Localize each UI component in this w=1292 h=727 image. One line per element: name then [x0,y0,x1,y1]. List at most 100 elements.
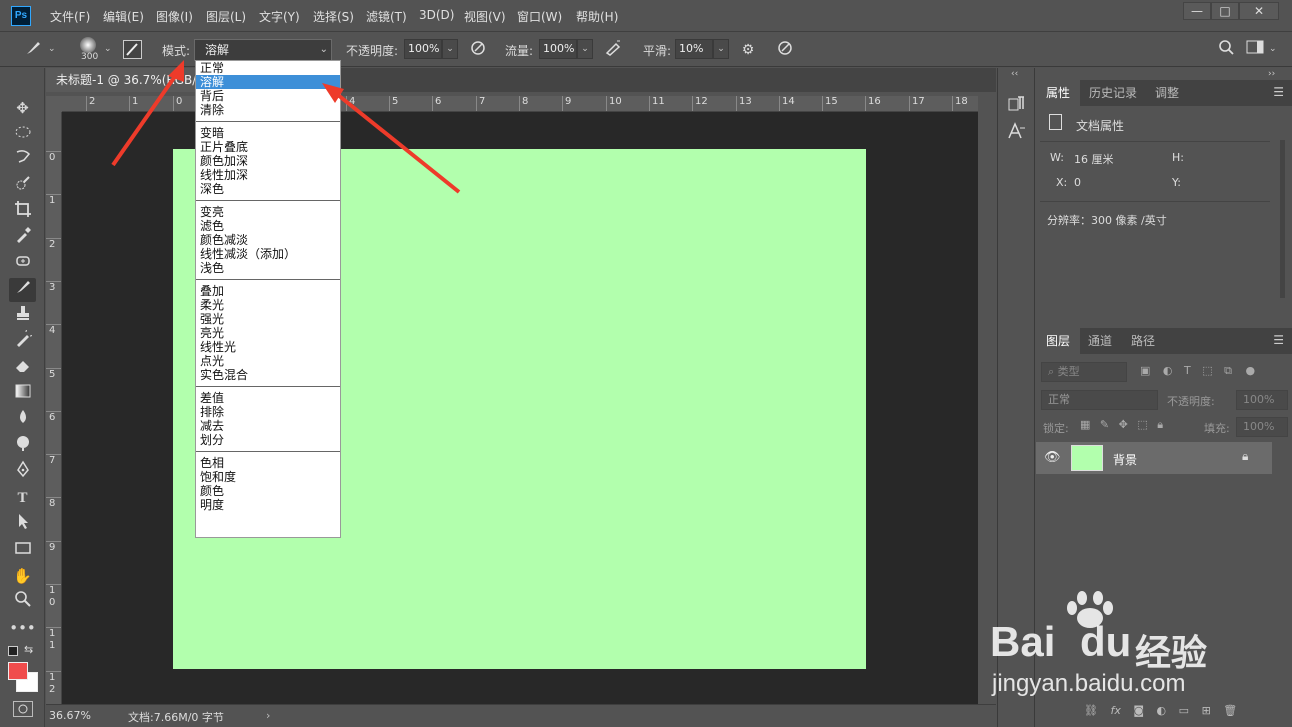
blend-mode-option[interactable]: 点光 [196,354,340,368]
mode-select[interactable]: 溶解 ⌄ [194,39,332,61]
panel-menu-icon[interactable]: ☰ [1273,333,1284,347]
character-panel-icon[interactable] [1006,120,1028,142]
fx-icon[interactable]: fx [1110,704,1120,717]
blend-mode-option[interactable]: 溶解 [196,75,340,89]
ruler-origin[interactable] [46,96,62,112]
blend-mode-option[interactable]: 正片叠底 [196,140,340,154]
blend-mode-option[interactable]: 浅色 [196,261,340,275]
blend-mode-option[interactable]: 线性加深 [196,168,340,182]
lock-pixels-icon[interactable]: ✎ [1100,418,1109,431]
document-tab[interactable]: 未标题-1 @ 36.7%(RGB/8) [46,68,206,92]
brush-tool-icon[interactable] [22,39,44,61]
close-button[interactable]: ✕ [1239,2,1279,20]
tab-paths[interactable]: 路径 [1121,328,1165,354]
blend-mode-option[interactable]: 叠加 [196,284,340,298]
blend-mode-option[interactable]: 清除 [196,103,340,117]
pen-tool-icon[interactable] [9,460,36,484]
rectangle-tool-icon[interactable] [9,538,36,562]
blend-mode-option[interactable]: 明度 [196,498,340,512]
blend-mode-option[interactable]: 饱和度 [196,470,340,484]
width-value[interactable]: 16 厘米 [1074,151,1114,167]
blend-mode-option[interactable]: 颜色加深 [196,154,340,168]
pressure-size-icon[interactable] [774,39,796,61]
menu-layer[interactable]: 图层(L) [206,8,246,25]
minimize-button[interactable]: — [1183,2,1211,20]
workspace-chevron-icon[interactable]: ⌄ [1269,44,1277,54]
smart-object-filter-icon[interactable]: ⧉ [1224,364,1232,377]
menu-filter[interactable]: 滤镜(T) [366,8,407,25]
marquee-tool-icon[interactable] [9,122,36,146]
type-filter-icon[interactable]: T [1184,364,1191,377]
panel-menu-icon[interactable]: ☰ [1273,85,1284,99]
clone-stamp-tool-icon[interactable] [9,304,36,328]
eyedropper-tool-icon[interactable] [9,226,36,250]
blend-mode-option[interactable]: 柔光 [196,298,340,312]
layer-name[interactable]: 背景 [1113,451,1137,468]
blend-mode-option[interactable]: 亮光 [196,326,340,340]
delete-layer-icon[interactable]: 🗑︎ [1223,704,1237,717]
blend-mode-option[interactable]: 背后 [196,89,340,103]
smoothing-dropdown-icon[interactable]: ⌄ [713,39,729,59]
menu-window[interactable]: 窗口(W) [517,8,562,25]
layer-blend-mode-select[interactable]: 正常 [1041,390,1158,410]
flow-dropdown-icon[interactable]: ⌄ [577,39,593,59]
layer-filter-select[interactable]: ⌕ 类型 [1041,362,1127,382]
lasso-tool-icon[interactable] [9,148,36,172]
blend-mode-option[interactable]: 差值 [196,391,340,405]
brush-picker-chevron-icon[interactable]: ⌄ [104,44,112,54]
type-tool-icon[interactable]: T [9,486,36,510]
healing-brush-tool-icon[interactable] [9,252,36,276]
tab-channels[interactable]: 通道 [1078,328,1122,354]
blend-mode-option[interactable]: 色相 [196,456,340,470]
x-value[interactable]: 0 [1074,176,1081,189]
tab-layers[interactable]: 图层 [1036,328,1081,354]
blend-mode-option[interactable]: 滤色 [196,219,340,233]
lock-transparent-icon[interactable]: ▦ [1080,418,1090,431]
maximize-button[interactable]: □ [1211,2,1239,20]
pixel-filter-icon[interactable]: ▣ [1140,364,1150,377]
add-mask-icon[interactable]: ◙ [1133,704,1144,717]
blend-mode-option[interactable]: 正常 [196,61,340,75]
hand-tool-icon[interactable]: ✋ [9,564,36,588]
collapse-arrows-icon[interactable]: ‹‹ [1011,69,1018,79]
blend-mode-option[interactable]: 变亮 [196,205,340,219]
tab-history[interactable]: 历史记录 [1079,80,1147,106]
gear-icon[interactable]: ⚙ [737,39,759,61]
blend-mode-option[interactable]: 减去 [196,419,340,433]
default-colors-icon[interactable] [8,646,18,656]
lock-artboard-icon[interactable]: ⬚ [1137,418,1147,431]
move-tool-icon[interactable]: ✥ [9,96,36,120]
paragraph-panel-icon[interactable] [1006,93,1028,115]
gradient-tool-icon[interactable] [9,382,36,406]
blend-mode-option[interactable]: 排除 [196,405,340,419]
eraser-tool-icon[interactable] [9,356,36,380]
menu-type[interactable]: 文字(Y) [259,8,300,25]
adjustment-layer-icon[interactable]: ◐ [1157,704,1167,717]
link-layers-icon[interactable]: ⛓︎ [1084,704,1098,717]
path-selection-tool-icon[interactable] [9,512,36,536]
opacity-dropdown-icon[interactable]: ⌄ [442,39,458,59]
lock-position-icon[interactable]: ✥ [1119,418,1128,431]
quick-selection-tool-icon[interactable] [9,174,36,198]
status-chevron-icon[interactable]: › [266,709,270,722]
menu-3d[interactable]: 3D(D) [419,8,454,22]
smoothing-input[interactable]: 10% [675,39,713,59]
opacity-input[interactable]: 100% [404,39,442,59]
blend-mode-option[interactable]: 颜色 [196,484,340,498]
menu-file[interactable]: 文件(F) [50,8,90,25]
brush-preset-chevron-icon[interactable]: ⌄ [48,44,56,54]
blend-mode-option[interactable]: 划分 [196,433,340,447]
blend-mode-option[interactable]: 线性减淡（添加） [196,247,340,261]
more-tools-icon[interactable]: ••• [9,616,36,640]
menu-image[interactable]: 图像(I) [156,8,193,25]
foreground-color-swatch[interactable] [8,662,28,680]
tab-adjustments[interactable]: 调整 [1145,80,1189,106]
new-group-icon[interactable]: ▭ [1179,704,1189,717]
lock-all-icon[interactable]: 🔒︎ [1157,418,1163,431]
brush-preview-icon[interactable] [80,37,96,53]
fill-input[interactable]: 100% [1236,417,1288,437]
layer-row-background[interactable]: 👁︎ 背景 🔒︎ [1036,442,1272,474]
blend-mode-option[interactable]: 强光 [196,312,340,326]
visibility-eye-icon[interactable]: 👁︎ [1044,450,1061,465]
blend-mode-option[interactable]: 线性光 [196,340,340,354]
